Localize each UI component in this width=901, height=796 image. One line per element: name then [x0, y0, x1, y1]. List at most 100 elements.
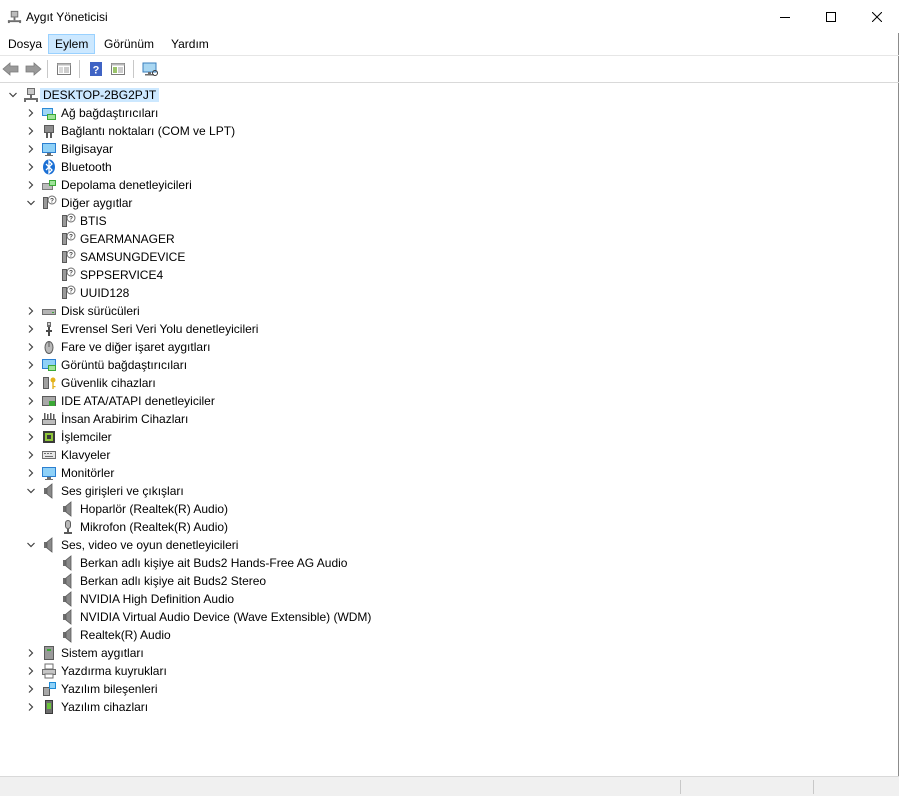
tree-category[interactable]: Depolama denetleyicileri: [23, 176, 880, 194]
chevron-right-icon[interactable]: [23, 122, 39, 140]
tree-category[interactable]: Yazılım bileşenleri: [23, 680, 880, 698]
chevron-right-icon[interactable]: [23, 428, 39, 446]
tree-category[interactable]: İşlemciler: [23, 428, 880, 446]
speaker-icon: [60, 501, 76, 517]
chevron-right-icon[interactable]: [23, 320, 39, 338]
speaker-icon: [41, 537, 57, 553]
maximize-button[interactable]: [808, 0, 854, 33]
tree-device[interactable]: Realtek(R) Audio: [42, 626, 880, 644]
tree-category[interactable]: Evrensel Seri Veri Yolu denetleyicileri: [23, 320, 880, 338]
computer-icon: [41, 141, 57, 157]
chevron-right-icon[interactable]: [23, 446, 39, 464]
menu-eylem[interactable]: Eylem: [48, 34, 96, 54]
speaker-icon: [41, 483, 57, 499]
scan-hardware-button[interactable]: [140, 59, 160, 79]
chevron-down-icon[interactable]: [23, 536, 39, 554]
tree-category[interactable]: Ses girişleri ve çıkışları: [23, 482, 880, 500]
back-button[interactable]: [1, 59, 21, 79]
chevron-right-icon[interactable]: [23, 680, 39, 698]
chevron-right-icon[interactable]: [23, 644, 39, 662]
device-manager-app-icon: [7, 10, 22, 24]
tree-category[interactable]: IDE ATA/ATAPI denetleyiciler: [23, 392, 880, 410]
tree-category[interactable]: Disk sürücüleri: [23, 302, 880, 320]
tree-category[interactable]: Güvenlik cihazları: [23, 374, 880, 392]
close-button[interactable]: [854, 0, 900, 33]
tree-device[interactable]: ? UUID128: [42, 284, 880, 302]
toolbar-separator: [79, 60, 80, 78]
tree-item-label: UUID128: [80, 286, 130, 300]
console-tree-button[interactable]: [54, 59, 74, 79]
tree-device[interactable]: ? SPPSERVICE4: [42, 266, 880, 284]
tree-category[interactable]: Bluetooth: [23, 158, 880, 176]
chevron-right-icon[interactable]: [23, 140, 39, 158]
chevron-right-icon[interactable]: [23, 356, 39, 374]
tree-category[interactable]: Bilgisayar: [23, 140, 880, 158]
properties-button[interactable]: [108, 59, 128, 79]
monitor-icon: [41, 465, 57, 481]
status-bar: [0, 776, 899, 796]
chevron-right-icon[interactable]: [23, 374, 39, 392]
tree-item-label: Ses girişleri ve çıkışları: [61, 484, 184, 498]
tree-device[interactable]: NVIDIA Virtual Audio Device (Wave Extens…: [42, 608, 880, 626]
svg-text:?: ?: [69, 270, 73, 277]
tree-item-label: Diğer aygıtlar: [61, 196, 133, 210]
port-icon: [41, 123, 57, 139]
device-tree[interactable]: DESKTOP-2BG2PJT Ağ bağdaştırıcıları Bağlan…: [0, 86, 899, 776]
forward-button[interactable]: [23, 59, 43, 79]
tree-item-label: NVIDIA High Definition Audio: [80, 592, 235, 606]
chevron-right-icon[interactable]: [23, 158, 39, 176]
tree-category[interactable]: Ses, video ve oyun denetleyicileri: [23, 536, 880, 554]
tree-root[interactable]: DESKTOP-2BG2PJT: [5, 86, 880, 104]
chevron-down-icon[interactable]: [5, 86, 21, 104]
chevron-right-icon[interactable]: [23, 410, 39, 428]
title-bar[interactable]: Aygıt Yöneticisi: [0, 0, 899, 33]
speaker-icon: [60, 627, 76, 643]
microphone-icon: [60, 519, 76, 535]
chevron-right-icon[interactable]: [23, 176, 39, 194]
unknown-device-icon: ?: [60, 249, 76, 265]
tree-device[interactable]: ? GEARMANAGER: [42, 230, 880, 248]
tree-item-label: Depolama denetleyicileri: [61, 178, 192, 192]
chevron-down-icon[interactable]: [23, 194, 39, 212]
status-divider: [680, 780, 681, 794]
console-tree-icon: [57, 63, 71, 75]
menu-gorunum[interactable]: Görünüm: [98, 34, 160, 54]
chevron-right-icon[interactable]: [23, 698, 39, 716]
tree-category[interactable]: Yazılım cihazları: [23, 698, 880, 716]
help-button[interactable]: ?: [86, 59, 106, 79]
tree-category[interactable]: ? Diğer aygıtlar: [23, 194, 880, 212]
tree-category[interactable]: Görüntü bağdaştırıcıları: [23, 356, 880, 374]
chevron-right-icon[interactable]: [23, 104, 39, 122]
chevron-right-icon[interactable]: [23, 464, 39, 482]
menu-yardim[interactable]: Yardım: [165, 34, 215, 54]
tree-device[interactable]: Berkan adlı kişiye ait Buds2 Stereo: [42, 572, 880, 590]
minimize-button[interactable]: [762, 0, 808, 33]
svg-text:?: ?: [50, 198, 54, 205]
tree-category[interactable]: Fare ve diğer işaret aygıtları: [23, 338, 880, 356]
tree-item-label: İnsan Arabirim Cihazları: [61, 412, 189, 426]
tree-item-label: Berkan adlı kişiye ait Buds2 Stereo: [80, 574, 267, 588]
tree-category[interactable]: Ağ bağdaştırıcıları: [23, 104, 880, 122]
tree-device[interactable]: ? SAMSUNGDEVICE: [42, 248, 880, 266]
tree-category[interactable]: Sistem aygıtları: [23, 644, 880, 662]
tree-device[interactable]: Mikrofon (Realtek(R) Audio): [42, 518, 880, 536]
tree-category[interactable]: Klavyeler: [23, 446, 880, 464]
scan-hardware-icon: [142, 62, 158, 76]
tree-category[interactable]: Yazdırma kuyrukları: [23, 662, 880, 680]
tree-item-label: Bilgisayar: [61, 142, 114, 156]
properties-icon: [111, 63, 125, 75]
chevron-right-icon[interactable]: [23, 338, 39, 356]
tree-category[interactable]: Monitörler: [23, 464, 880, 482]
chevron-right-icon[interactable]: [23, 662, 39, 680]
chevron-down-icon[interactable]: [23, 482, 39, 500]
tree-category[interactable]: İnsan Arabirim Cihazları: [23, 410, 880, 428]
tree-device[interactable]: NVIDIA High Definition Audio: [42, 590, 880, 608]
tree-device[interactable]: Berkan adlı kişiye ait Buds2 Hands-Free …: [42, 554, 880, 572]
tree-device[interactable]: Hoparlör (Realtek(R) Audio): [42, 500, 880, 518]
tree-item-label: Sistem aygıtları: [61, 646, 144, 660]
chevron-right-icon[interactable]: [23, 392, 39, 410]
chevron-right-icon[interactable]: [23, 302, 39, 320]
tree-category[interactable]: Bağlantı noktaları (COM ve LPT): [23, 122, 880, 140]
menu-dosya[interactable]: Dosya: [2, 34, 48, 54]
tree-device[interactable]: ? BTIS: [42, 212, 880, 230]
